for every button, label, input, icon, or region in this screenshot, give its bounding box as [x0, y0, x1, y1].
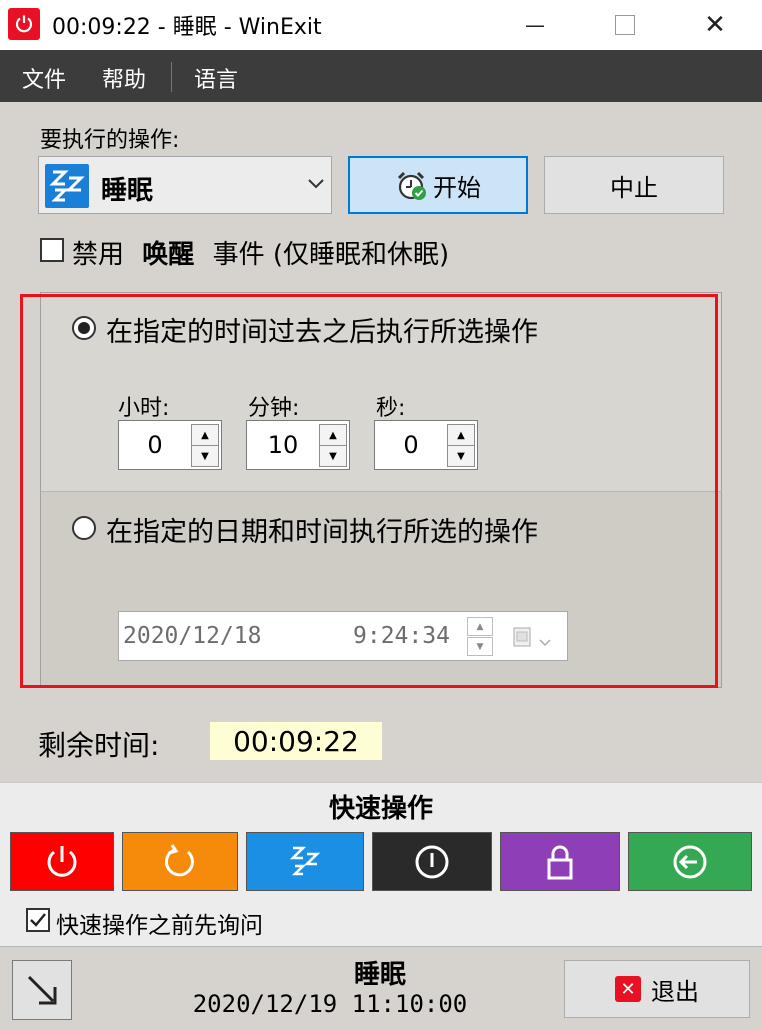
quick-restart-button[interactable]: [122, 832, 238, 891]
remaining-label: 剩余时间:: [38, 729, 160, 762]
hibernate-icon: [415, 845, 449, 878]
minimize-to-tray-button[interactable]: [12, 960, 72, 1020]
quick-actions-title: 快速操作: [328, 794, 433, 824]
stop-button-label: 中止: [610, 173, 658, 202]
close-icon: ✕: [704, 10, 726, 40]
window-title: 00:09:22 - 睡眠 - WinExit: [52, 15, 322, 40]
disable-wake-suffix: 事件 (仅睡眠和休眠): [212, 240, 450, 270]
menu-language[interactable]: 语言: [194, 62, 238, 94]
disable-wake-bold: 唤醒: [142, 240, 195, 270]
quick-hibernate-button[interactable]: [372, 832, 492, 891]
restart-icon: [164, 843, 194, 876]
disable-wake-label: 禁用 唤醒 事件 (仅睡眠和休眠): [72, 234, 449, 271]
quick-lock-button[interactable]: [500, 832, 620, 891]
menu-separator: [171, 62, 172, 92]
exit-button[interactable]: ✕ 退出: [564, 960, 750, 1018]
sleep-icon: [289, 846, 321, 875]
disable-wake-checkbox[interactable]: [40, 238, 64, 262]
sleep-icon: [45, 164, 89, 208]
disable-wake-prefix: 禁用: [72, 240, 125, 270]
checkmark-icon: [30, 913, 46, 927]
footer-action: 睡眠: [353, 960, 406, 990]
highlight-box: [20, 294, 718, 688]
maximize-icon: [615, 15, 635, 35]
app-power-icon[interactable]: [8, 8, 40, 40]
logoff-icon: [673, 845, 707, 878]
exit-button-label: 退出: [651, 977, 699, 1006]
menu-file[interactable]: 文件: [22, 62, 66, 94]
power-icon: [47, 845, 77, 877]
action-selected-value: 睡眠: [101, 176, 154, 206]
lock-icon: [547, 845, 573, 879]
quick-shutdown-button[interactable]: [10, 832, 114, 891]
quick-confirm-checkbox[interactable]: [26, 908, 50, 932]
action-label: 要执行的操作:: [40, 128, 180, 153]
stop-button[interactable]: 中止: [544, 156, 724, 214]
footer-datetime: 2020/12/19 11:10:00: [192, 990, 468, 1018]
quick-confirm-label: 快速操作之前先询问: [56, 913, 263, 939]
chevron-down-icon: [307, 175, 325, 194]
menu-help[interactable]: 帮助: [102, 62, 146, 94]
arrow-down-right-icon: [27, 975, 57, 1005]
quick-sleep-button[interactable]: [246, 832, 364, 891]
minimize-button[interactable]: —: [490, 0, 580, 50]
alarm-clock-icon: [395, 169, 427, 201]
minimize-icon: —: [525, 13, 545, 37]
maximize-button[interactable]: [580, 0, 670, 50]
start-button[interactable]: 开始: [348, 156, 528, 214]
action-dropdown[interactable]: 睡眠: [38, 156, 332, 214]
quick-logoff-button[interactable]: [628, 832, 752, 891]
close-icon: ✕: [615, 976, 641, 1002]
remaining-value: 00:09:22: [210, 722, 382, 760]
close-button[interactable]: ✕: [670, 0, 760, 50]
start-button-label: 开始: [433, 173, 481, 202]
